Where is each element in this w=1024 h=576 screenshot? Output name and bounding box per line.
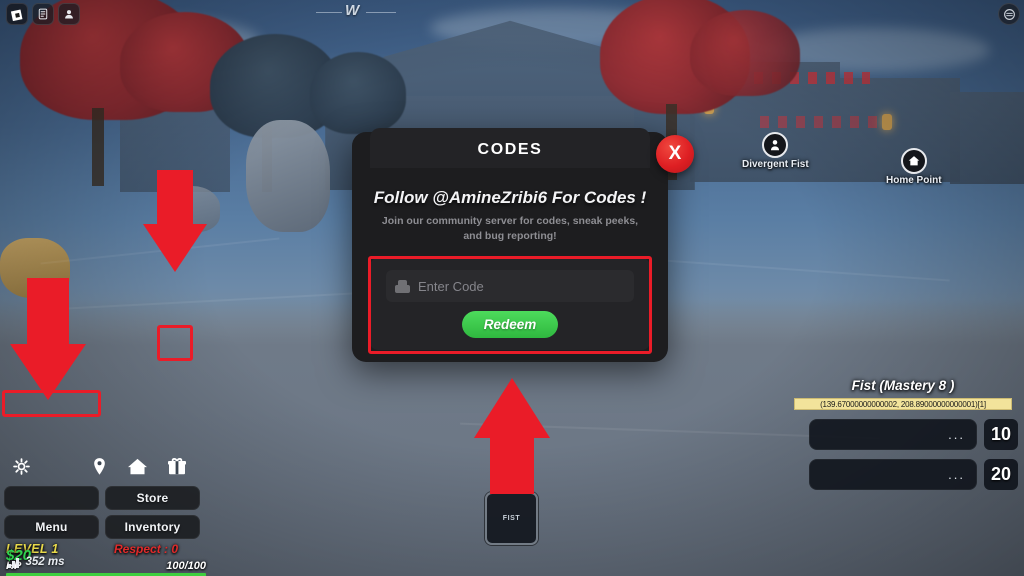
home-icon <box>900 148 927 174</box>
ping-value: 352 ms <box>25 556 65 568</box>
hp-value: 100/100 <box>166 560 206 572</box>
menu-button[interactable]: Menu <box>4 515 99 539</box>
skill-bar[interactable]: ... <box>809 419 977 450</box>
location-pin-icon[interactable] <box>82 450 116 482</box>
gear-icon[interactable] <box>4 450 38 482</box>
skill-bar[interactable]: ... <box>809 459 977 490</box>
store-button[interactable]: Store <box>105 486 200 510</box>
compass-label: W <box>345 2 360 19</box>
hotbar-slot-label: FIST <box>502 515 521 522</box>
quests-button[interactable] <box>4 486 99 510</box>
codes-modal: CODES X Follow @AmineZribi6 For Codes ! … <box>352 128 694 362</box>
skill-number: 20 <box>984 459 1018 490</box>
gift-icon[interactable] <box>160 450 194 482</box>
npc-marker-icon <box>762 132 789 158</box>
npc-home-point[interactable]: Home Point <box>886 148 942 186</box>
inventory-button[interactable]: Inventory <box>105 515 200 539</box>
skill-number: 10 <box>984 419 1018 450</box>
keyboard-icon <box>395 279 410 293</box>
mastery-title: Fist (Mastery 8 ) <box>851 378 955 393</box>
top-bar: W <box>0 0 1024 28</box>
ping-indicator: 352 ms <box>8 556 65 568</box>
respect-label: Respect : 0 <box>114 542 179 556</box>
roblox-logo-icon[interactable] <box>6 3 28 25</box>
menu-button-grid: Store Menu Inventory <box>4 486 204 539</box>
modal-headline: Follow @AmineZribi6 For Codes ! <box>373 188 647 207</box>
npc-label: Home Point <box>886 175 942 186</box>
skill-row: ... 10 <box>788 419 1018 450</box>
modal-subtitle: Join our community server for codes, sne… <box>381 215 639 242</box>
debug-coords-label: (139.67000000000002, 208.89000000000001)… <box>794 398 1012 410</box>
settings-icon[interactable] <box>998 3 1020 25</box>
npc-divergent-fist[interactable]: Divergent Fist <box>742 132 809 170</box>
hotbar-slot-fist[interactable]: FIST <box>485 492 538 545</box>
code-input-wrapper[interactable] <box>386 270 634 302</box>
redeem-button[interactable]: Redeem <box>462 311 558 338</box>
code-input[interactable] <box>418 278 625 294</box>
right-hud: Fist (Mastery 8 ) (139.67000000000002, 2… <box>788 378 1018 499</box>
signal-bars-icon <box>8 557 19 568</box>
redeem-area: Redeem <box>370 258 650 350</box>
hotbar: FIST <box>485 492 538 545</box>
skill-row: ... 20 <box>788 459 1018 490</box>
modal-title: CODES <box>477 141 543 158</box>
players-icon[interactable] <box>58 3 80 25</box>
home-icon[interactable] <box>120 450 154 482</box>
npc-label: Divergent Fist <box>742 159 809 170</box>
chat-icon[interactable] <box>32 3 54 25</box>
close-button[interactable]: X <box>656 135 694 173</box>
quick-icon-row <box>4 450 204 484</box>
